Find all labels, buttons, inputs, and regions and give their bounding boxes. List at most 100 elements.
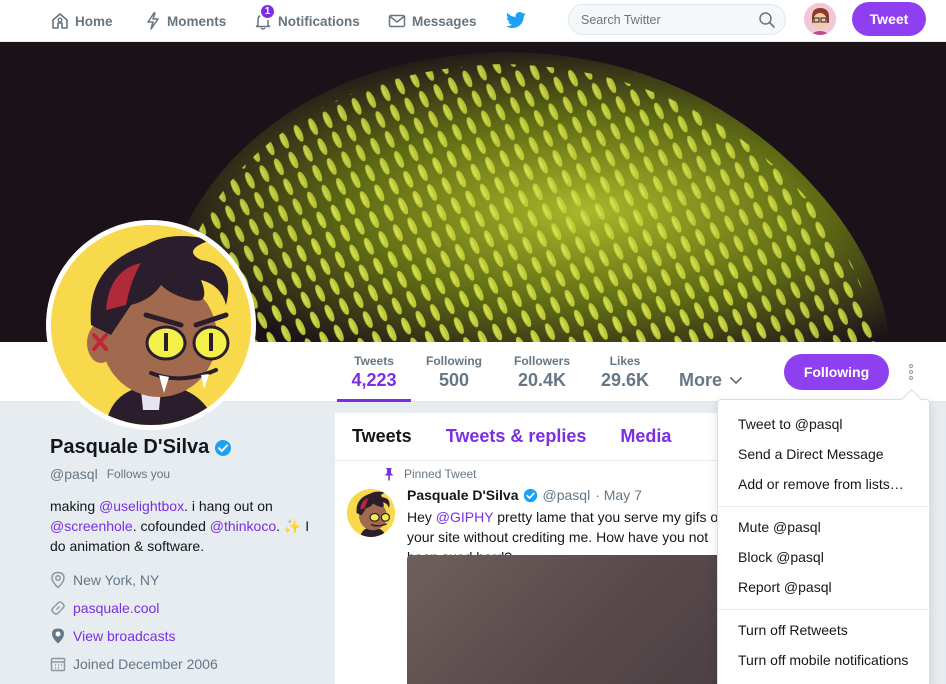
more-options-icon[interactable] xyxy=(905,362,917,382)
stat-tweets-label: Tweets xyxy=(354,354,394,368)
profile-meta: New York, NY pasquale.cool View broadcas… xyxy=(50,566,320,678)
profile-website: pasquale.cool xyxy=(50,594,320,622)
link-icon xyxy=(51,601,65,615)
notifications-badge: 1 xyxy=(259,3,276,20)
lightning-icon xyxy=(147,12,159,30)
bio-text: making xyxy=(50,498,100,514)
tab-media[interactable]: Media xyxy=(620,426,671,447)
nav-moments[interactable]: Moments xyxy=(145,0,226,42)
search-icon[interactable] xyxy=(758,11,776,29)
calendar-icon xyxy=(50,657,66,672)
profile-broadcasts: View broadcasts xyxy=(50,622,320,650)
stat-likes-label: Likes xyxy=(609,354,641,368)
pinned-tweet-label: Pinned Tweet xyxy=(383,467,477,481)
profile-avatar[interactable] xyxy=(46,220,256,430)
profile-location-text: New York, NY xyxy=(73,572,160,588)
profile-actions-dropdown: Tweet to @pasql Send a Direct Message Ad… xyxy=(717,399,930,684)
tweet-media[interactable] xyxy=(407,555,727,684)
menu-item-block[interactable]: Block @pasql xyxy=(738,549,824,565)
pinned-tweet-text: Pinned Tweet xyxy=(404,467,477,481)
bio-mention-screenhole[interactable]: @screenhole xyxy=(50,518,133,534)
menu-item-mute[interactable]: Mute @pasql xyxy=(738,519,821,535)
nav-home-label: Home xyxy=(75,13,113,29)
tweet-mention-giphy[interactable]: @GIPHY xyxy=(436,509,494,525)
timeline-tabs: Tweets Tweets & replies Media xyxy=(335,413,735,461)
menu-item-turn-off-notifications[interactable]: Turn off mobile notifications xyxy=(738,652,908,668)
tweet-date[interactable]: · May 7 xyxy=(595,487,642,503)
home-icon xyxy=(52,13,68,29)
tweet-author-name[interactable]: Pasquale D'Silva xyxy=(407,487,519,503)
bio-text: . i hang out on xyxy=(184,498,273,514)
profile-website-link[interactable]: pasquale.cool xyxy=(73,600,159,616)
user-avatar-icon xyxy=(804,3,836,35)
envelope-icon xyxy=(388,14,406,28)
stat-tweets[interactable]: Tweets 4,223 xyxy=(337,342,411,402)
view-broadcasts-link[interactable]: View broadcasts xyxy=(73,628,175,644)
top-navigation: Home Moments 1 Notifications Messages Tw… xyxy=(0,0,946,42)
stat-followers-label: Followers xyxy=(513,354,570,368)
bio-mention-uselightbox[interactable]: @uselightbox xyxy=(99,498,184,514)
stat-likes-value: 29.6K xyxy=(600,370,650,390)
profile-avatar-image xyxy=(51,225,251,425)
stat-followers-value: 20.4K xyxy=(517,370,567,390)
nav-home[interactable]: Home xyxy=(51,0,113,42)
search-box xyxy=(568,4,786,35)
menu-divider xyxy=(718,609,929,610)
profile-handle-line: @pasql Follows you xyxy=(50,466,320,482)
menu-item-lists[interactable]: Add or remove from lists… xyxy=(738,476,904,492)
tweet-text-part: Hey xyxy=(407,509,436,525)
nav-notifications-label: Notifications xyxy=(278,13,360,29)
tweet-button[interactable]: Tweet xyxy=(852,2,926,36)
nav-notifications[interactable]: 1 Notifications xyxy=(254,0,360,42)
more-menu[interactable]: More xyxy=(679,370,744,391)
menu-item-turn-off-retweets[interactable]: Turn off Retweets xyxy=(738,622,848,638)
menu-item-report[interactable]: Report @pasql xyxy=(738,579,832,595)
bio-mention-thinkoco[interactable]: @thinkoco xyxy=(210,518,276,534)
bio-text: . cofounded xyxy=(132,518,210,534)
profile-sidebar: Pasquale D'Silva @pasql Follows you maki… xyxy=(50,436,320,678)
verified-badge-icon xyxy=(215,439,232,456)
tweet-header: Pasquale D'Silva @pasql · May 7 xyxy=(407,487,642,503)
nav-messages-label: Messages xyxy=(412,13,477,29)
bio-text: . xyxy=(276,518,284,534)
nav-messages[interactable]: Messages xyxy=(388,0,477,42)
menu-item-send-dm[interactable]: Send a Direct Message xyxy=(738,446,884,462)
profile-bio: making @uselightbox. i hang out on @scre… xyxy=(50,496,320,556)
stat-tweets-value: 4,223 xyxy=(351,370,397,390)
cartoon-avatar-small xyxy=(347,489,395,537)
chevron-down-icon xyxy=(730,376,742,384)
search-input[interactable] xyxy=(581,12,751,27)
twitter-bird-icon xyxy=(506,12,526,29)
tab-tweets-and-replies[interactable]: Tweets & replies xyxy=(446,426,587,447)
profile-location: New York, NY xyxy=(50,566,320,594)
profile-name-text: Pasquale D'Silva xyxy=(50,436,210,458)
kebab-dot xyxy=(909,364,913,368)
stat-followers[interactable]: Followers 20.4K xyxy=(508,342,576,402)
stat-following-label: Following xyxy=(426,354,482,368)
stat-following[interactable]: Following 500 xyxy=(420,342,488,402)
tweet-author-avatar[interactable] xyxy=(347,489,395,537)
menu-divider xyxy=(718,506,929,507)
tweet-author-handle[interactable]: @pasql xyxy=(543,487,591,503)
more-label: More xyxy=(679,370,723,390)
profile-handle[interactable]: @pasql xyxy=(50,466,98,482)
stat-likes[interactable]: Likes 29.6K xyxy=(595,342,655,402)
menu-item-tweet-to[interactable]: Tweet to @pasql xyxy=(738,416,843,432)
nav-avatar[interactable] xyxy=(804,3,836,35)
twitter-logo-link[interactable] xyxy=(505,0,533,42)
profile-joined-text: Joined December 2006 xyxy=(73,656,218,672)
kebab-dot xyxy=(909,376,913,380)
timeline-card: Tweets Tweets & replies Media Pinned Twe… xyxy=(335,413,735,684)
pin-icon xyxy=(384,468,394,481)
cartoon-avatar-illustration xyxy=(51,225,251,425)
following-button[interactable]: Following xyxy=(784,354,889,390)
follows-you-label: Follows you xyxy=(106,467,171,481)
periscope-icon xyxy=(52,628,64,644)
verified-badge-icon xyxy=(523,488,537,502)
profile-name[interactable]: Pasquale D'Silva xyxy=(50,436,320,459)
location-pin-icon xyxy=(51,571,65,589)
profile-joined: Joined December 2006 xyxy=(50,650,320,678)
tab-tweets[interactable]: Tweets xyxy=(352,426,412,447)
kebab-dot xyxy=(909,370,913,374)
nav-moments-label: Moments xyxy=(167,13,227,29)
